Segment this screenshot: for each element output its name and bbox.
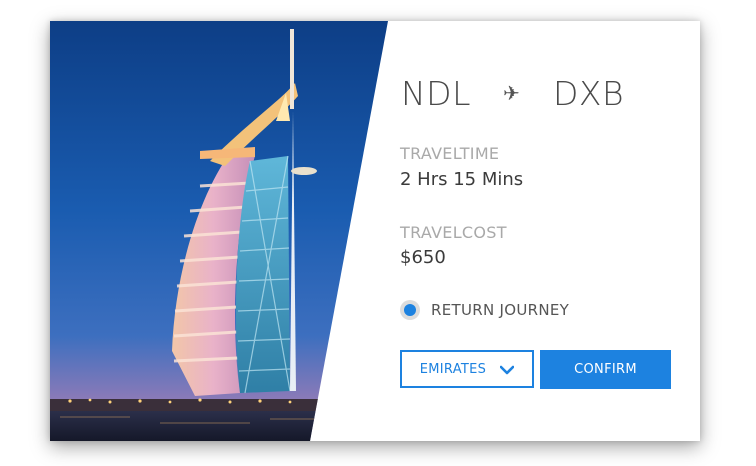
chevron-down-icon — [499, 364, 515, 375]
radio-selected-dot — [404, 304, 416, 316]
airline-select[interactable]: EMIRATES — [400, 350, 534, 388]
destination-code: DXB — [553, 73, 625, 113]
return-journey-label: RETURN JOURNEY — [431, 301, 570, 319]
route-header: NDL ✈ DXB — [401, 71, 661, 115]
travel-cost-value: $650 — [400, 247, 446, 268]
return-journey-radio[interactable] — [400, 300, 420, 320]
origin-code: NDL — [401, 73, 471, 113]
travel-cost-label: TRAVELCOST — [400, 223, 507, 242]
travel-time-value: 2 Hrs 15 Mins — [400, 169, 524, 190]
travel-time-label: TRAVELTIME — [400, 144, 500, 163]
airplane-icon: ✈ — [503, 81, 521, 105]
booking-card: NDL ✈ DXB TRAVELTIME 2 Hrs 15 Mins TRAVE… — [50, 21, 700, 441]
return-journey-option[interactable]: RETURN JOURNEY — [400, 299, 569, 321]
airline-select-value: EMIRATES — [419, 361, 487, 377]
confirm-button[interactable]: CONFIRM — [540, 350, 671, 389]
burj-al-arab-photo — [50, 21, 388, 441]
